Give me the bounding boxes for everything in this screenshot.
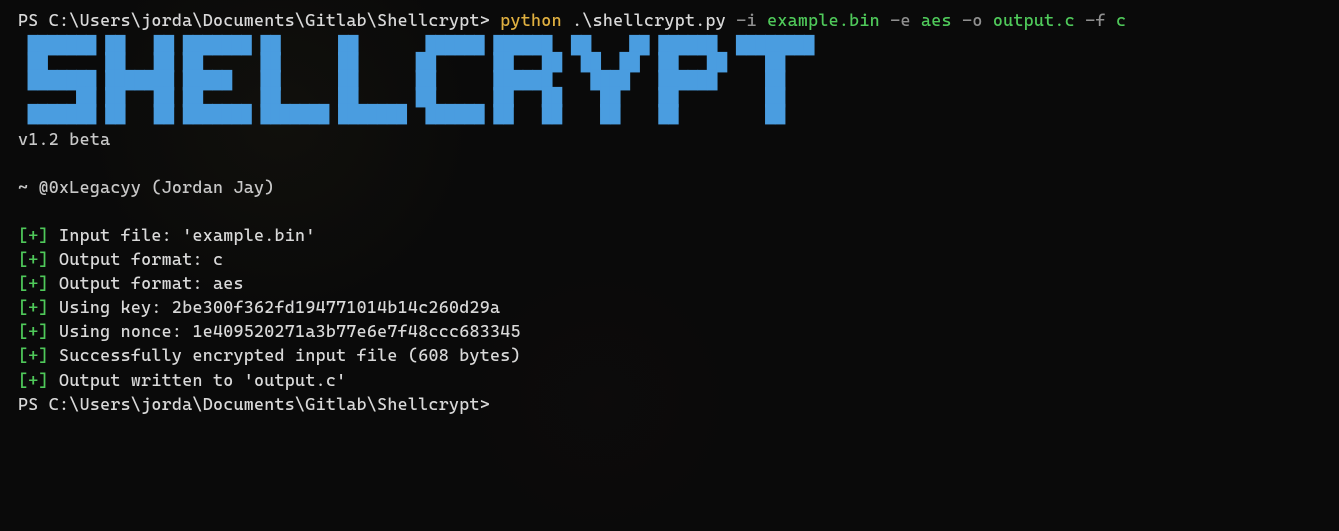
plus-icon: + xyxy=(28,273,38,293)
bracket-open-icon: [ xyxy=(18,345,28,365)
flag-format: -f xyxy=(1085,10,1106,30)
spacer xyxy=(18,199,1321,223)
arg-encrypt: aes xyxy=(911,10,962,30)
arg-format: c xyxy=(1106,10,1127,30)
final-prompt: PS C:\Users\jorda\Documents\Gitlab\Shell… xyxy=(18,394,490,414)
output-message: Successfully encrypted input file (608 b… xyxy=(49,345,521,365)
plus-icon: + xyxy=(28,225,38,245)
output-message: Output written to 'output.c' xyxy=(49,370,347,390)
command-script: .\shellcrypt.py xyxy=(562,10,736,30)
ascii-banner: ███████ ██ ██ ███████ ██ ██ ██████ █████… xyxy=(18,38,1321,124)
flag-output: -o xyxy=(962,10,983,30)
final-prompt-line[interactable]: PS C:\Users\jorda\Documents\Gitlab\Shell… xyxy=(18,392,1321,416)
output-message: Using key: 2be300f362fd194771014b14c260d… xyxy=(49,297,500,317)
output-message: Output format: aes xyxy=(49,273,244,293)
prompt-prefix: PS C:\Users\jorda\Documents\Gitlab\Shell… xyxy=(18,10,500,30)
bracket-close-icon: ] xyxy=(39,225,49,245)
output-message: Using nonce: 1e409520271a3b77e6e7f48ccc6… xyxy=(49,321,521,341)
bracket-open-icon: [ xyxy=(18,321,28,341)
bracket-open-icon: [ xyxy=(18,297,28,317)
bracket-open-icon: [ xyxy=(18,249,28,269)
spacer xyxy=(18,151,1321,175)
bracket-close-icon: ] xyxy=(39,297,49,317)
flag-input: -i xyxy=(736,10,757,30)
output-line: [+] Using key: 2be300f362fd194771014b14c… xyxy=(18,295,1321,319)
output-line: [+] Input file: 'example.bin' xyxy=(18,223,1321,247)
output-line: [+] Output format: aes xyxy=(18,271,1321,295)
bracket-close-icon: ] xyxy=(39,273,49,293)
plus-icon: + xyxy=(28,370,38,390)
bracket-close-icon: ] xyxy=(39,370,49,390)
plus-icon: + xyxy=(28,345,38,365)
flag-encrypt: -e xyxy=(890,10,911,30)
command-executable: python xyxy=(500,10,562,30)
bracket-open-icon: [ xyxy=(18,370,28,390)
plus-icon: + xyxy=(28,321,38,341)
plus-icon: + xyxy=(28,297,38,317)
bracket-open-icon: [ xyxy=(18,273,28,293)
output-message: Output format: c xyxy=(49,249,223,269)
arg-output: output.c xyxy=(983,10,1086,30)
arg-input: example.bin xyxy=(757,10,890,30)
bracket-close-icon: ] xyxy=(39,345,49,365)
bracket-open-icon: [ xyxy=(18,225,28,245)
output-line: [+] Successfully encrypted input file (6… xyxy=(18,343,1321,367)
author-text: ~ @0xLegacyy (Jordan Jay) xyxy=(18,175,1321,199)
plus-icon: + xyxy=(28,249,38,269)
output-line: [+] Using nonce: 1e409520271a3b77e6e7f48… xyxy=(18,319,1321,343)
bracket-close-icon: ] xyxy=(39,249,49,269)
output-line: [+] Output format: c xyxy=(18,247,1321,271)
command-line[interactable]: PS C:\Users\jorda\Documents\Gitlab\Shell… xyxy=(18,8,1321,32)
version-text: v1.2 beta xyxy=(18,127,1321,151)
output-line: [+] Output written to 'output.c' xyxy=(18,368,1321,392)
bracket-close-icon: ] xyxy=(39,321,49,341)
output-container: [+] Input file: 'example.bin'[+] Output … xyxy=(18,223,1321,392)
output-message: Input file: 'example.bin' xyxy=(49,225,316,245)
